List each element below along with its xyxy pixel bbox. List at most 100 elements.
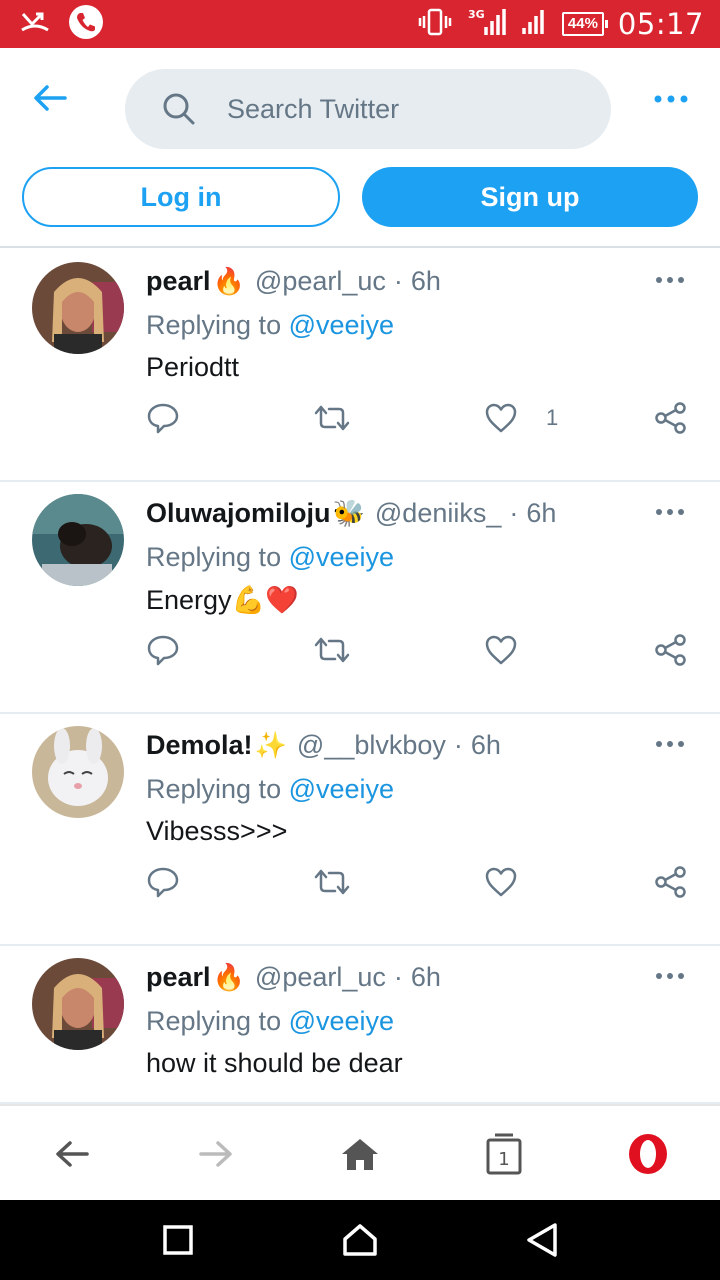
name-emoji: 🔥 [212,961,245,992]
reply-button[interactable] [146,862,180,902]
avatar-bunny[interactable] [32,726,124,818]
tweet-time[interactable]: 6h [526,498,556,529]
browser-back-button[interactable] [48,1130,96,1178]
name-emoji: 🐝 [332,497,365,528]
heart-icon [485,867,517,897]
avatar-girl-braids[interactable] [32,262,124,354]
recents-button[interactable] [158,1220,198,1260]
tweet[interactable]: pearl 🔥 @pearl_uc · 6h Replying to @veei… [0,250,720,482]
separator-dot: · [509,497,519,528]
tweet-actions: 1 [0,398,720,438]
retweet-button[interactable] [312,862,352,902]
like-count: 1 [546,405,559,430]
svg-text:1: 1 [498,1149,509,1170]
home-icon [342,1139,378,1170]
login-button[interactable]: Log in [22,167,340,227]
tabs-icon: 1 [486,1133,522,1175]
replying-prefix: Replying to [146,310,282,340]
user-handle[interactable]: @deniiks_ [375,498,501,529]
tweet-more-button[interactable] [652,964,688,988]
share-icon [655,866,686,898]
avatar-dark-photo[interactable] [32,494,124,586]
replying-prefix: Replying to [146,1006,282,1036]
avatar-girl-braids[interactable] [32,958,124,1050]
heart-icon [485,635,517,665]
tweet[interactable]: Oluwajomiloju 🐝 @deniiks_ · 6h Replying … [0,482,720,714]
tweet-more-button[interactable] [652,732,688,756]
arrow-left-icon [56,1141,89,1167]
arrow-left-icon [34,85,67,111]
more-options-button[interactable] [651,84,691,114]
share-button[interactable] [654,630,688,670]
retweet-button[interactable] [312,398,352,438]
mention-link[interactable]: @veeiye [289,310,394,340]
user-handle[interactable]: @pearl_uc [255,962,386,993]
share-button[interactable] [654,398,688,438]
reply-icon [147,867,179,898]
clock: 05:17 [617,7,704,41]
header: Log in Sign up [0,48,720,248]
vibrate-icon [418,8,452,41]
tweet-time[interactable]: 6h [411,962,441,993]
tweet[interactable]: Demola! ✨ @__blvkboy · 6h Replying to @v… [0,714,720,946]
reply-button[interactable] [146,630,180,670]
tweet-header: Demola! ✨ @__blvkboy · 6h [146,728,501,762]
share-icon [655,402,686,434]
retweet-button[interactable] [312,630,352,670]
retweet-icon [314,405,350,431]
search-input[interactable] [227,93,567,125]
user-name[interactable]: pearl [146,266,211,297]
browser-tabs-button[interactable]: 1 [480,1130,528,1178]
system-home-button[interactable] [340,1220,380,1260]
browser-toolbar: 1 [0,1104,720,1200]
tweet-time[interactable]: 6h [411,266,441,297]
heart-icon [485,403,517,433]
user-name[interactable]: pearl [146,962,211,993]
tweet[interactable]: pearl 🔥 @pearl_uc · 6h Replying to @veei… [0,946,720,1104]
home-outline-icon [343,1224,377,1256]
tweet-more-button[interactable] [652,500,688,524]
search-bar[interactable] [125,69,611,149]
svg-text:3G: 3G [468,8,485,21]
tweet-text: Vibesss>>> [146,816,288,846]
system-nav-bar [0,1200,720,1280]
tweet-more-button[interactable] [652,268,688,292]
mention-link[interactable]: @veeiye [289,774,394,804]
more-dots-icon [654,95,688,103]
tweet-header: pearl 🔥 @pearl_uc · 6h [146,264,441,298]
browser-forward-button[interactable] [192,1130,240,1178]
share-button[interactable] [654,862,688,902]
user-name[interactable]: Oluwajomiloju [146,498,331,529]
browser-home-button[interactable] [336,1130,384,1178]
reply-button[interactable] [146,398,180,438]
reply-icon [147,403,179,434]
more-dots-icon [656,741,684,747]
signup-button[interactable]: Sign up [362,167,698,227]
like-button[interactable] [484,862,546,902]
separator-dot: · [393,961,403,992]
missed-call-icon [20,10,50,39]
signal-icon [520,8,548,41]
tweet-time[interactable]: 6h [471,730,501,761]
back-button[interactable] [30,78,70,118]
tweet-text: how it should be dear [146,1048,403,1078]
replying-to: Replying to @veeiye [146,542,394,573]
tweet-text: Energy💪❤️ [146,585,299,615]
retweet-icon [314,869,350,895]
mention-link[interactable]: @veeiye [289,542,394,572]
tweet-actions [0,630,720,670]
like-button[interactable] [484,630,546,670]
user-handle[interactable]: @__blvkboy [297,730,446,761]
status-bar: 3G 44% 05:17 [0,0,720,48]
like-button[interactable]: 1 [484,398,558,438]
more-dots-icon [656,277,684,283]
mention-link[interactable]: @veeiye [289,1006,394,1036]
replying-to: Replying to @veeiye [146,310,394,341]
user-name[interactable]: Demola! [146,730,253,761]
opera-menu-button[interactable] [624,1130,672,1178]
more-dots-icon [656,509,684,515]
phone-icon [68,4,104,45]
user-handle[interactable]: @pearl_uc [255,266,386,297]
share-icon [655,634,686,666]
system-back-button[interactable] [522,1220,562,1260]
